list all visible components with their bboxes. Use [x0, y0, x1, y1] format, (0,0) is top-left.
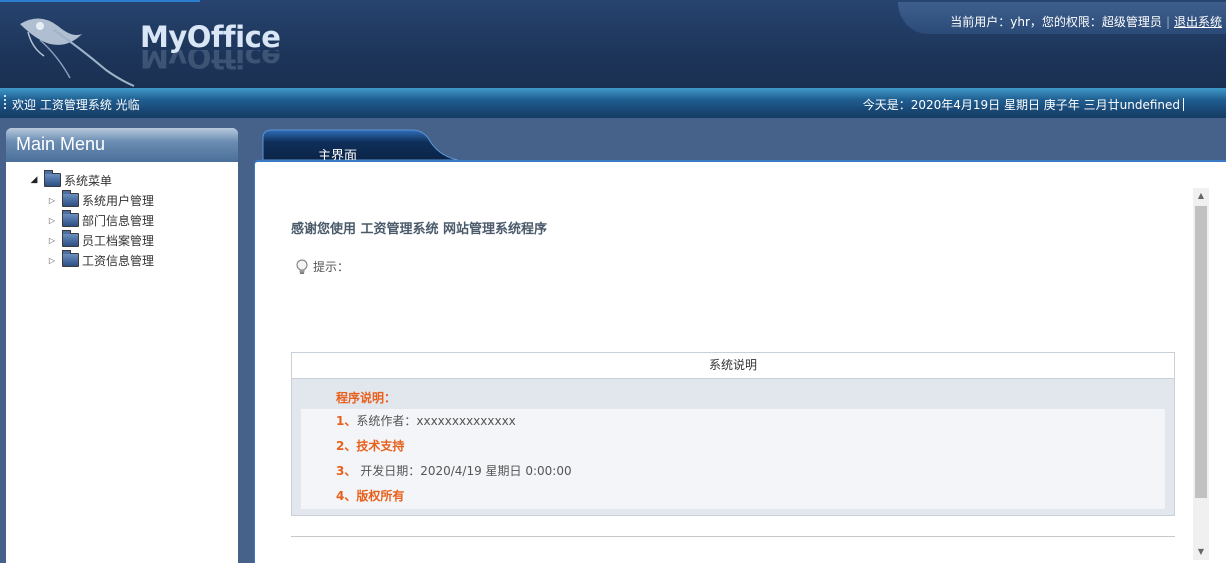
sidebar-item-label: 系统用户管理	[82, 193, 155, 208]
tip-label: 提示：	[313, 260, 350, 274]
expand-arrow-icon[interactable]: ▷	[46, 194, 58, 206]
text-caret	[1183, 98, 1184, 111]
scroll-down-icon[interactable]: ▼	[1193, 544, 1209, 560]
tip: 提示：	[295, 258, 349, 275]
sidebar-item-department-management[interactable]: ▷ 部门信息管理	[28, 210, 154, 230]
list-item: 3、 开发日期：2020/4/19 星期日 0:00:00	[301, 459, 1165, 484]
lightbulb-icon	[296, 259, 308, 274]
expand-arrow-icon[interactable]: ▷	[46, 214, 58, 226]
list-item-text: 2、技术支持	[336, 439, 405, 453]
tree-root[interactable]: ◢ 系统菜单	[28, 170, 154, 190]
menu-tree: ◢ 系统菜单 ▷ 系统用户管理 ▷ 部门信息管理 ▷ 员工档案管理 ▷ 工资信息…	[28, 170, 154, 270]
welcome-heading: 感谢您使用 工资管理系统 网站管理系统程序	[291, 222, 548, 237]
list-item-number: 3、	[336, 464, 357, 478]
date-text: 今天是：2020年4月19日 星期日 庚子年 三月廿undefined	[862, 98, 1180, 112]
date-display: 今天是：2020年4月19日 星期日 庚子年 三月廿undefined	[863, 96, 1184, 113]
system-info-heading: 系统说明	[292, 353, 1174, 379]
list-item-text: 4、版权所有	[336, 489, 405, 503]
user-info-text: 当前用户：yhr，您的权限：超级管理员	[950, 15, 1162, 29]
main-panel: 感谢您使用 工资管理系统 网站管理系统程序 提示： 系统说明 程序说明： 1、系…	[254, 160, 1226, 563]
sidebar-item-salary-management[interactable]: ▷ 工资信息管理	[28, 250, 154, 270]
sidebar-item-label: 部门信息管理	[82, 213, 155, 228]
sidebar-item-label: 工资信息管理	[82, 253, 155, 268]
brand-logo: MyOffice	[140, 20, 281, 54]
vertical-scrollbar[interactable]: ▲ ▼	[1193, 188, 1209, 560]
welcome-bar-grip	[4, 95, 6, 111]
welcome-bar: 欢迎 工资管理系统 光临 今天是：2020年4月19日 星期日 庚子年 三月廿u…	[0, 88, 1226, 118]
system-info-box: 系统说明 程序说明： 1、系统作者：xxxxxxxxxxxxxx 2、技术支持 …	[291, 352, 1175, 516]
user-info: 当前用户：yhr，您的权限：超级管理员 | 退出系统	[950, 13, 1222, 30]
tree-root-label: 系统菜单	[64, 173, 113, 188]
info-list: 1、系统作者：xxxxxxxxxxxxxx 2、技术支持 3、 开发日期：202…	[301, 409, 1165, 509]
scroll-up-icon[interactable]: ▲	[1193, 188, 1209, 204]
tab-main[interactable]: 主界面	[262, 128, 458, 164]
sidebar-header: Main Menu	[6, 128, 238, 162]
scroll-thumb[interactable]	[1195, 206, 1207, 498]
expand-arrow-icon[interactable]: ▷	[46, 254, 58, 266]
folder-icon	[62, 190, 79, 207]
folder-icon	[62, 230, 79, 247]
list-item-text: 开发日期：2020/4/19 星期日 0:00:00	[360, 464, 572, 478]
sidebar-item-employee-records[interactable]: ▷ 员工档案管理	[28, 230, 154, 250]
header: MyOffice MyOffice 当前用户：yhr，您的权限：超级管理员 | 退出…	[0, 0, 1226, 88]
sidebar: Main Menu ◢ 系统菜单 ▷ 系统用户管理 ▷ 部门信息管理 ▷ 员工档…	[6, 128, 238, 563]
list-item: 1、系统作者：xxxxxxxxxxxxxx	[301, 409, 1165, 434]
logout-link[interactable]: 退出系统	[1174, 15, 1222, 29]
program-description-title: 程序说明：	[336, 391, 397, 405]
sidebar-item-label: 员工档案管理	[82, 233, 155, 248]
sidebar-title: Main Menu	[16, 134, 106, 154]
welcome-text: 欢迎 工资管理系统 光临	[12, 98, 140, 112]
collapse-arrow-icon[interactable]: ◢	[28, 174, 40, 186]
main-content: 感谢您使用 工资管理系统 网站管理系统程序 提示： 系统说明 程序说明： 1、系…	[291, 162, 1175, 563]
folder-icon	[62, 210, 79, 227]
folder-icon	[62, 250, 79, 267]
logo-art-icon	[20, 18, 135, 87]
folder-icon	[44, 170, 61, 187]
separator: |	[1165, 15, 1170, 29]
user-info-tab: 当前用户：yhr，您的权限：超级管理员 | 退出系统	[898, 2, 1226, 34]
list-item-text: 系统作者：xxxxxxxxxxxxxx	[356, 414, 516, 428]
divider	[291, 536, 1175, 537]
header-top-line	[0, 0, 200, 2]
list-item: 4、版权所有	[301, 484, 1165, 509]
expand-arrow-icon[interactable]: ▷	[46, 234, 58, 246]
list-item: 2、技术支持	[301, 434, 1165, 459]
tab-shape	[262, 129, 458, 160]
brand-reflection: MyOffice	[140, 50, 281, 74]
list-item-number: 1、	[336, 414, 357, 428]
sidebar-item-user-management[interactable]: ▷ 系统用户管理	[28, 190, 154, 210]
